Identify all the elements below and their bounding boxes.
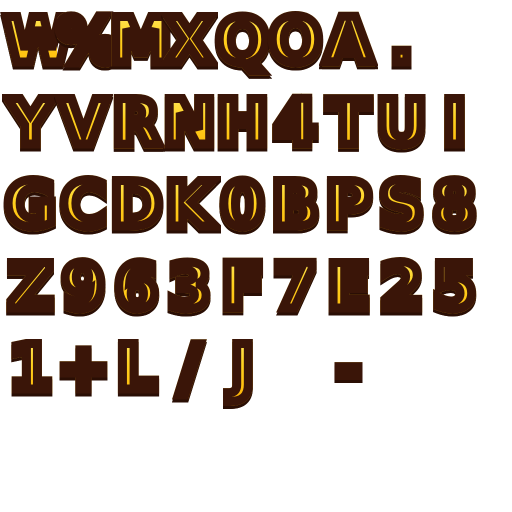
glyph-B: B — [267, 164, 323, 246]
glyph-E: E — [322, 246, 375, 328]
glyph-percent: % — [53, 0, 124, 82]
glyph-row-3: G C D K 0 B P S 8 — [1, 164, 481, 246]
glyph-C: C — [56, 164, 111, 246]
glyph-P: P — [321, 164, 375, 246]
glyph-9: 9 — [57, 246, 110, 328]
glyph-K: K — [161, 164, 218, 246]
glyph-period: . — [375, 0, 428, 82]
glyph-1: 1 — [4, 327, 57, 409]
glyph-N: N — [159, 82, 220, 164]
glyph-2: 2 — [375, 246, 428, 328]
glyph-7: 7 — [269, 246, 322, 328]
glyph-V: V — [55, 82, 112, 164]
glyph-hyphen: - — [322, 327, 375, 409]
glyph-6: 6 — [110, 246, 163, 328]
glyph-slash: / — [163, 327, 216, 409]
glyph-3: 3 — [163, 246, 216, 328]
glyph-row-2: Y V R N H 4 T U I — [4, 82, 481, 164]
glyph-A: A — [320, 0, 377, 82]
glyph-Q: Q — [212, 0, 274, 82]
font-sprite-sheet: W % M X Q O A . Y V R N H 4 T U I G C D … — [0, 0, 512, 512]
glyph-row-1: W % M X Q O A . — [0, 0, 428, 82]
glyph-5: 5 — [428, 246, 481, 328]
glyph-0: 0 — [216, 164, 269, 246]
glyph-T: T — [322, 82, 375, 164]
glyph-row-4: Z 9 6 3 F 7 E 2 5 — [4, 246, 481, 328]
glyph-M: M — [106, 0, 177, 82]
glyph-F: F — [216, 246, 269, 328]
glyph-L: L — [110, 327, 163, 409]
glyph-I: I — [428, 82, 481, 164]
glyph-G: G — [1, 164, 61, 246]
glyph-U: U — [372, 82, 431, 164]
glyph-plus: + — [53, 327, 114, 409]
glyph-H: H — [212, 82, 273, 164]
glyph-D: D — [106, 164, 166, 246]
glyph-S: S — [375, 164, 429, 246]
glyph-row-5: 1 + L / J - — [4, 327, 375, 409]
glyph-X: X — [161, 0, 218, 82]
glyph-O: O — [265, 0, 327, 82]
glyph-W: W — [0, 0, 77, 82]
glyph-8: 8 — [428, 164, 481, 246]
glyph-4: 4 — [269, 82, 322, 164]
glyph-J: J — [216, 327, 269, 409]
glyph-Z: Z — [4, 246, 58, 328]
glyph-R: R — [108, 82, 165, 164]
glyph-Y: Y — [4, 82, 58, 164]
